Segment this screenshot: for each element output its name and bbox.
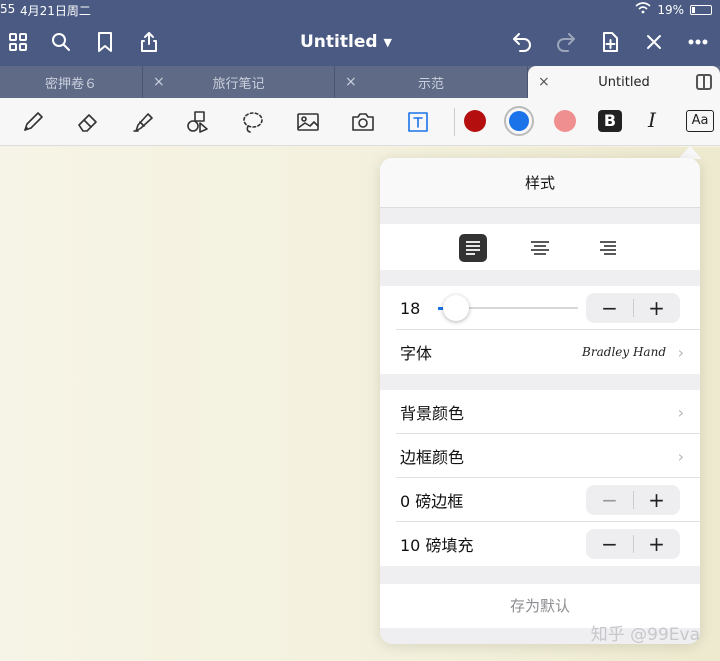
close-icon[interactable]: [640, 28, 668, 56]
close-tab-icon[interactable]: ×: [345, 74, 357, 90]
font-size-row: 18 − +: [380, 286, 700, 330]
font-value: Bradley Hand: [582, 345, 666, 359]
chevron-right-icon: ›: [677, 342, 684, 362]
title-bar: 55 4月21日周二 19% Untitled ▼: [0, 0, 720, 66]
tab-label: 示范: [417, 76, 444, 92]
style-popover: 样式 18 − + 字体 Bradley Hand › 背景颜色 › 边框颜色 …: [380, 158, 700, 644]
tab-label: Untitled: [598, 74, 650, 90]
border-width-label: 0 磅边框: [400, 492, 464, 511]
close-tab-icon[interactable]: ×: [538, 74, 550, 90]
font-section: 18 − + 字体 Bradley Hand ›: [380, 286, 700, 374]
highlighter-icon[interactable]: [128, 108, 158, 136]
split-view-icon[interactable]: [696, 74, 712, 90]
color-swatch-red[interactable]: [464, 110, 486, 132]
bold-button[interactable]: B: [598, 110, 622, 132]
chevron-down-icon: ▼: [383, 35, 392, 49]
chevron-right-icon: ›: [677, 446, 684, 466]
align-right-button[interactable]: [594, 234, 622, 262]
tab-label: 密押卷６: [44, 76, 97, 92]
document-title[interactable]: Untitled ▼: [300, 32, 392, 52]
align-left-button[interactable]: [459, 234, 487, 262]
box-style-section: 背景颜色 › 边框颜色 › 0 磅边框 − + 10 磅填充 − +: [380, 390, 700, 566]
increase-button[interactable]: +: [633, 293, 680, 323]
font-row[interactable]: 字体 Bradley Hand ›: [380, 330, 700, 374]
padding-label: 10 磅填充: [400, 536, 474, 555]
document-title-text: Untitled: [300, 32, 378, 52]
undo-icon[interactable]: [508, 28, 536, 56]
wifi-icon: [635, 2, 651, 17]
stepper-divider: [633, 491, 634, 509]
popover-title: 样式: [380, 158, 700, 208]
close-tab-icon[interactable]: ×: [153, 74, 165, 90]
increase-button[interactable]: +: [633, 529, 680, 559]
tool-bar: B I Aa: [0, 98, 720, 146]
redo-icon[interactable]: [552, 28, 580, 56]
chevron-right-icon: ›: [677, 402, 684, 422]
tab-travel-notes[interactable]: × 旅行笔记: [143, 66, 335, 98]
image-icon[interactable]: [293, 108, 323, 136]
tab-label: 旅行笔记: [212, 76, 265, 92]
color-swatch-blue-selected[interactable]: [504, 106, 534, 136]
color-swatch-blue: [509, 111, 529, 131]
text-style-button[interactable]: Aa: [686, 110, 714, 132]
add-page-icon[interactable]: [596, 28, 624, 56]
battery-text: 19%: [657, 2, 684, 17]
border-width-row: 0 磅边框 − +: [380, 478, 700, 522]
camera-icon[interactable]: [348, 108, 378, 136]
lasso-icon[interactable]: [238, 108, 268, 136]
toolbar-divider: [454, 108, 455, 136]
font-size-value: 18: [400, 298, 421, 318]
font-size-stepper[interactable]: − +: [586, 293, 680, 323]
stepper-divider: [633, 535, 634, 553]
shapes-icon[interactable]: [183, 108, 213, 136]
pen-icon[interactable]: [18, 108, 48, 136]
textbox-icon[interactable]: [403, 108, 433, 136]
status-indicators: 19%: [635, 2, 712, 17]
share-icon[interactable]: [135, 28, 163, 56]
decrease-button[interactable]: −: [586, 529, 633, 559]
background-color-row[interactable]: 背景颜色 ›: [380, 390, 700, 434]
stepper-divider: [633, 299, 634, 317]
search-icon[interactable]: [47, 28, 75, 56]
font-label: 字体: [400, 344, 433, 363]
font-size-slider-thumb[interactable]: [443, 295, 469, 321]
status-date: 4月21日周二: [20, 4, 91, 18]
align-center-button[interactable]: [526, 234, 554, 262]
grid-icon[interactable]: [4, 28, 32, 56]
background-color-label: 背景颜色: [400, 404, 465, 423]
tab-untitled[interactable]: × Untitled: [528, 66, 720, 98]
decrease-button[interactable]: −: [586, 293, 633, 323]
tab-bar: 密押卷６ × 旅行笔记 × 示范 × Untitled: [0, 66, 720, 98]
bookmark-icon[interactable]: [91, 28, 119, 56]
status-time: 55: [0, 2, 16, 16]
color-swatch-pink[interactable]: [554, 110, 576, 132]
more-icon[interactable]: [684, 28, 712, 56]
tab-mi-ya-juan[interactable]: 密押卷６: [0, 66, 143, 98]
increase-button[interactable]: +: [633, 485, 680, 515]
eraser-icon[interactable]: [73, 108, 103, 136]
border-width-stepper[interactable]: − +: [586, 485, 680, 515]
border-color-label: 边框颜色: [400, 448, 465, 467]
tab-demo[interactable]: × 示范: [335, 66, 528, 98]
alignment-section: [380, 224, 700, 270]
italic-button[interactable]: I: [648, 108, 656, 132]
padding-row: 10 磅填充 − +: [380, 522, 700, 566]
padding-stepper[interactable]: − +: [586, 529, 680, 559]
battery-icon: [690, 4, 712, 15]
border-color-row[interactable]: 边框颜色 ›: [380, 434, 700, 478]
watermark: 知乎 @99Eva: [590, 625, 700, 645]
decrease-button[interactable]: −: [586, 485, 633, 515]
